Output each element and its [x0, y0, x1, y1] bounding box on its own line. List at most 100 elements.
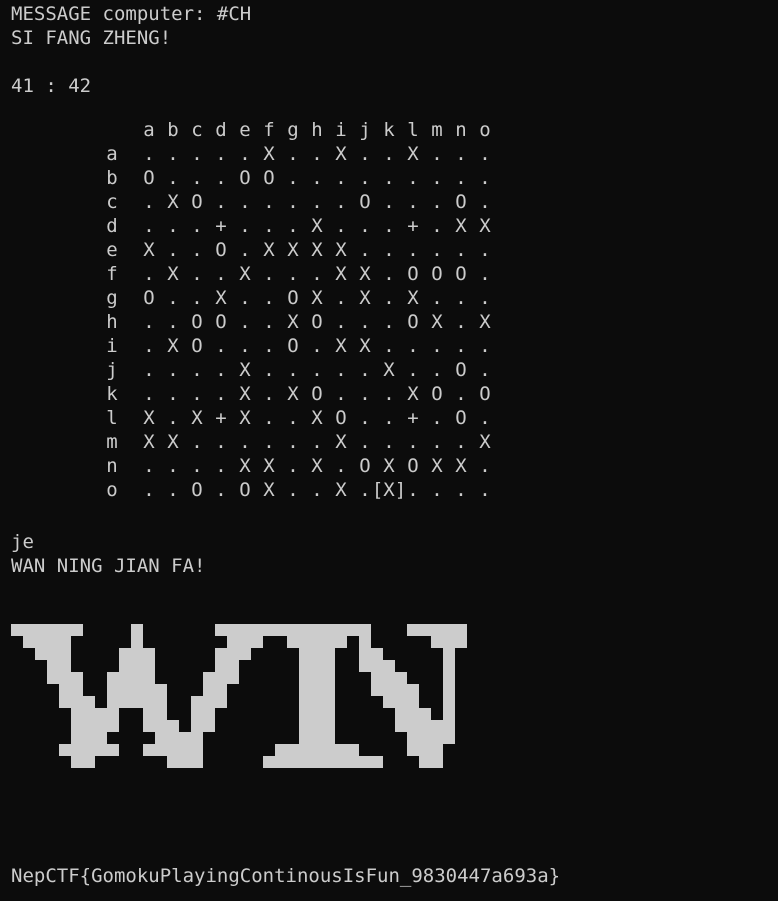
- banner-pixel: [275, 696, 287, 708]
- banner-pixel: [263, 696, 275, 708]
- banner-pixel: [215, 684, 227, 696]
- empty-point: .: [383, 287, 395, 309]
- banner-pixel: [155, 648, 167, 660]
- empty-point: .: [431, 287, 443, 309]
- empty-point: +: [215, 215, 227, 237]
- empty-point: +: [407, 215, 419, 237]
- stone-x: X: [407, 143, 419, 165]
- banner-pixel: [191, 780, 203, 792]
- banner-pixel: [155, 684, 167, 696]
- stone-x: X: [479, 311, 491, 333]
- stone-x: X: [311, 287, 323, 309]
- banner-pixel: [143, 696, 155, 708]
- banner-pixel: [239, 780, 251, 792]
- banner-pixel: [299, 684, 311, 696]
- banner-pixel: [395, 780, 407, 792]
- banner-pixel: [323, 684, 335, 696]
- empty-point: .: [191, 239, 203, 261]
- banner-pixel: [47, 636, 59, 648]
- banner-pixel: [215, 744, 227, 756]
- empty-point: .: [263, 383, 275, 405]
- banner-pixel: [383, 660, 395, 672]
- banner-pixel: [107, 756, 119, 768]
- banner-pixel: [179, 720, 191, 732]
- banner-pixel: [71, 732, 83, 744]
- banner-pixel: [167, 720, 179, 732]
- empty-point: .: [479, 407, 491, 429]
- empty-point: .: [143, 263, 155, 285]
- banner-pixel: [83, 780, 95, 792]
- empty-point: .: [479, 335, 491, 357]
- banner-pixel: [287, 708, 299, 720]
- banner-pixel: [359, 636, 371, 648]
- banner-pixel: [119, 708, 131, 720]
- empty-point: .: [431, 167, 443, 189]
- banner-pixel: [71, 768, 83, 780]
- empty-point: .: [431, 239, 443, 261]
- banner-pixel: [191, 672, 203, 684]
- banner-pixel: [323, 624, 335, 636]
- empty-point: .: [167, 239, 179, 261]
- empty-point: .: [263, 191, 275, 213]
- empty-point: .: [215, 143, 227, 165]
- banner-pixel: [215, 780, 227, 792]
- banner-pixel: [107, 780, 119, 792]
- empty-point: .: [383, 407, 395, 429]
- banner-pixel: [23, 756, 35, 768]
- empty-point: .: [287, 407, 299, 429]
- banner-pixel: [467, 768, 479, 780]
- banner-pixel: [71, 624, 83, 636]
- banner-pixel: [203, 708, 215, 720]
- banner-pixel: [59, 756, 71, 768]
- banner-pixel: [455, 768, 467, 780]
- empty-point: .: [263, 215, 275, 237]
- banner-pixel: [407, 660, 419, 672]
- stone-x: X: [287, 311, 299, 333]
- banner-pixel: [395, 636, 407, 648]
- empty-point: .: [287, 167, 299, 189]
- stone-x: X: [143, 431, 155, 453]
- banner-pixel: [311, 756, 323, 768]
- banner-pixel: [215, 696, 227, 708]
- banner-pixel: [167, 636, 179, 648]
- banner-pixel: [71, 696, 83, 708]
- empty-point: .: [191, 143, 203, 165]
- banner-pixel: [203, 732, 215, 744]
- banner-pixel: [275, 672, 287, 684]
- empty-point: .: [407, 239, 419, 261]
- empty-point: .: [167, 215, 179, 237]
- banner-pixel: [143, 624, 155, 636]
- banner-pixel: [323, 660, 335, 672]
- empty-point: .: [311, 479, 323, 501]
- banner-pixel: [419, 684, 431, 696]
- banner-pixel: [275, 684, 287, 696]
- banner-pixel: [263, 636, 275, 648]
- banner-pixel: [107, 744, 119, 756]
- banner-pixel: [179, 732, 191, 744]
- banner-pixel: [431, 768, 443, 780]
- stone-x: X: [335, 335, 347, 357]
- empty-point: .: [263, 335, 275, 357]
- empty-point: .: [239, 143, 251, 165]
- banner-pixel: [395, 732, 407, 744]
- stone-x: X: [335, 263, 347, 285]
- stone-x: X: [263, 239, 275, 261]
- empty-point: .: [143, 479, 155, 501]
- banner-pixel: [371, 768, 383, 780]
- banner-pixel: [83, 768, 95, 780]
- row-label: e: [106, 239, 118, 261]
- empty-point: .: [143, 359, 155, 381]
- empty-point: .: [455, 431, 467, 453]
- empty-point: .: [311, 263, 323, 285]
- banner-pixel: [251, 780, 263, 792]
- banner-pixel: [203, 684, 215, 696]
- banner-pixel: [191, 768, 203, 780]
- stone-o: O: [431, 383, 443, 405]
- banner-pixel: [179, 756, 191, 768]
- banner-pixel: [179, 696, 191, 708]
- stone-o: O: [407, 455, 419, 477]
- banner-pixel: [143, 744, 155, 756]
- banner-pixel: [227, 672, 239, 684]
- banner-pixel: [227, 756, 239, 768]
- banner-pixel: [263, 660, 275, 672]
